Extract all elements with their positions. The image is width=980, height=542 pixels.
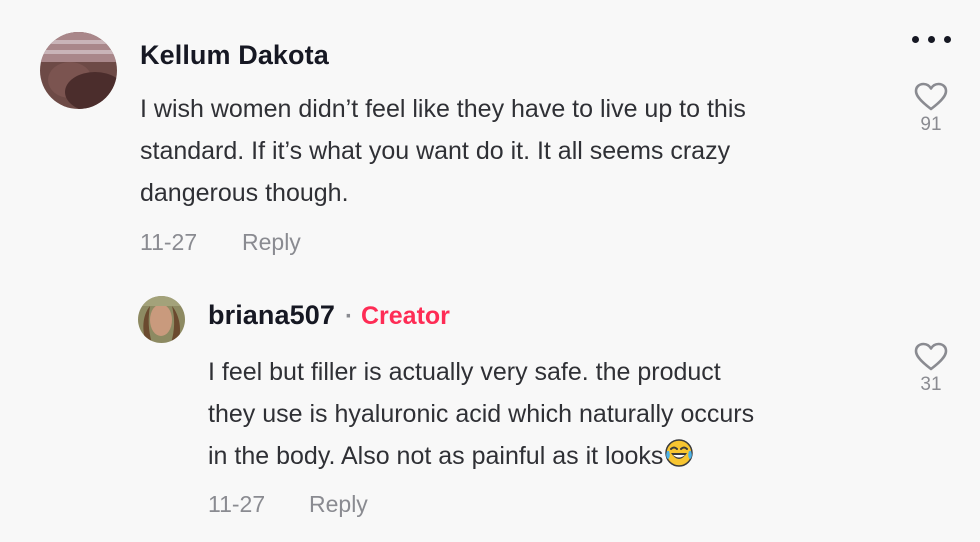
reply-text: I feel but filler is actually very safe.… bbox=[208, 351, 908, 477]
reply-header: briana507 · Creator bbox=[208, 300, 450, 331]
like-button[interactable]: 31 bbox=[906, 342, 956, 396]
more-icon-dot bbox=[944, 36, 951, 43]
more-icon-dot bbox=[912, 36, 919, 43]
creator-username[interactable]: briana507 bbox=[208, 300, 335, 331]
reply-button[interactable]: Reply bbox=[242, 229, 301, 256]
commenter-avatar[interactable] bbox=[40, 32, 117, 109]
tears-of-joy-icon bbox=[665, 439, 694, 467]
reply-date: 11-27 bbox=[208, 491, 266, 517]
heart-outline-icon bbox=[914, 342, 948, 371]
like-count: 91 bbox=[920, 114, 942, 135]
like-button[interactable]: 91 bbox=[906, 82, 956, 136]
comment-date: 11-27 bbox=[140, 229, 198, 255]
separator: · bbox=[344, 303, 353, 330]
creator-badge: Creator bbox=[360, 302, 450, 330]
like-count: 31 bbox=[920, 374, 942, 395]
reply-button[interactable]: Reply bbox=[309, 491, 368, 518]
creator-avatar[interactable] bbox=[138, 296, 185, 343]
avatar-image bbox=[138, 296, 185, 343]
comment-text: I wish women didn’t feel like they have … bbox=[140, 95, 746, 207]
more-icon-dot bbox=[928, 36, 935, 43]
heart-outline-icon bbox=[914, 82, 948, 111]
commenter-username[interactable]: Kellum Dakota bbox=[140, 40, 329, 71]
more-options-button[interactable] bbox=[912, 30, 952, 50]
avatar-image bbox=[40, 32, 117, 109]
